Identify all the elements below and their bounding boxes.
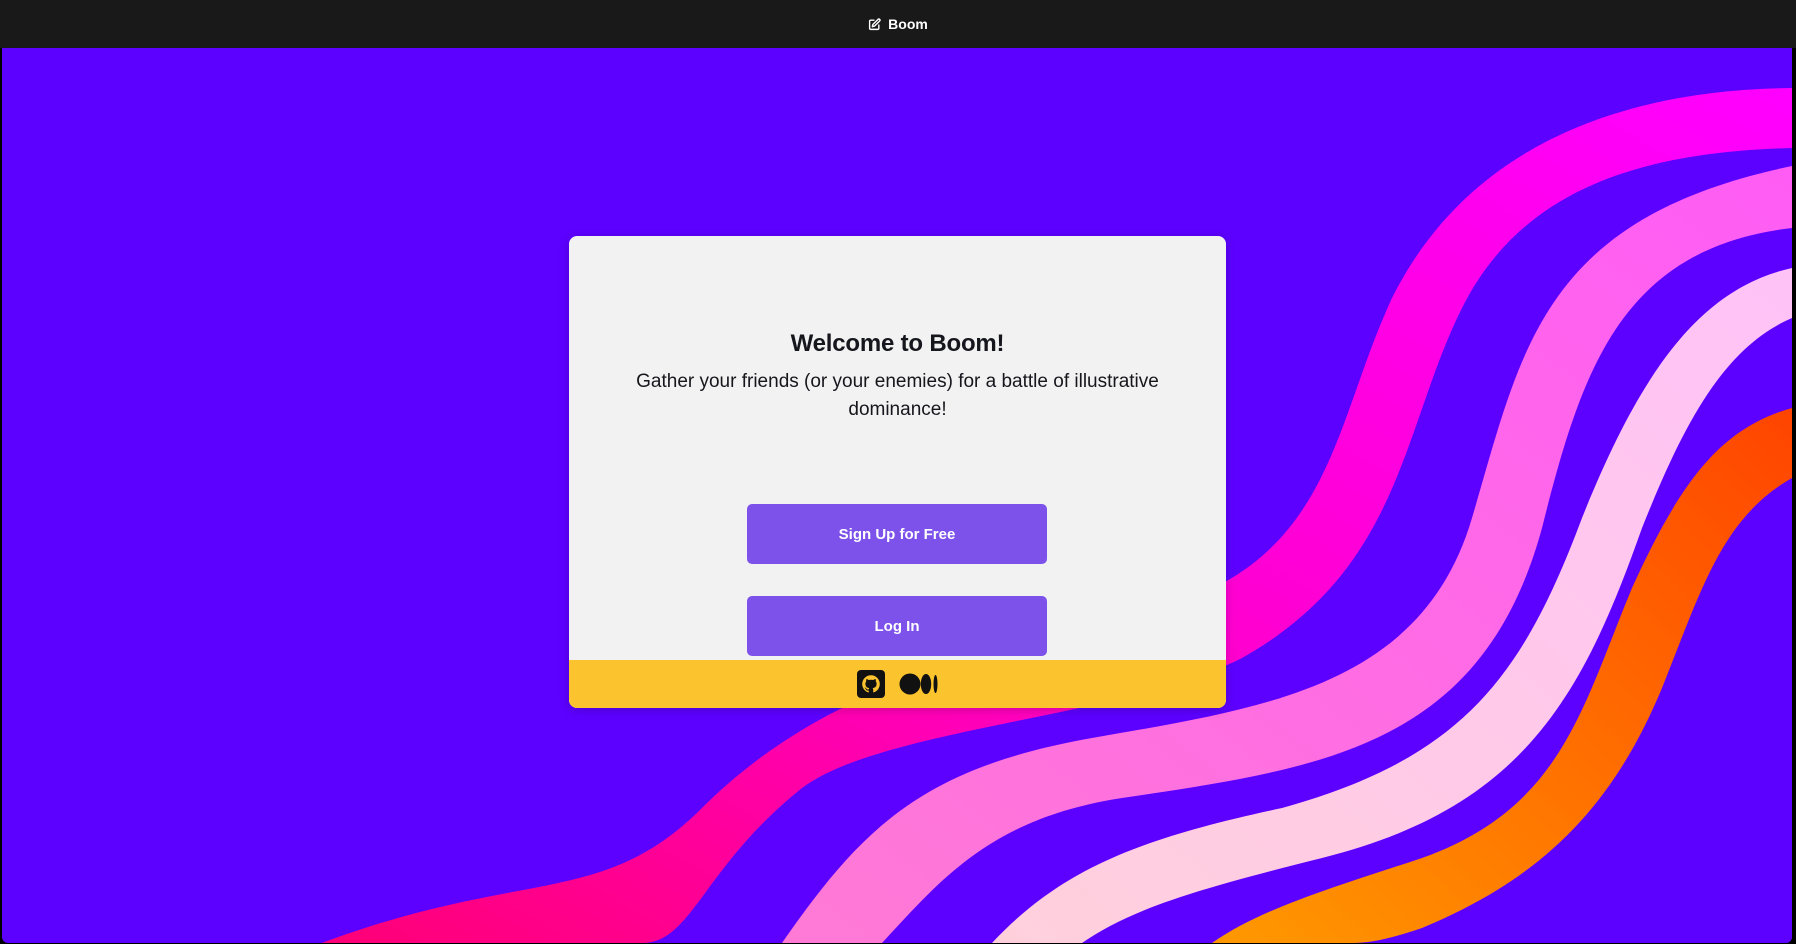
page-title: Welcome to Boom! <box>790 330 1005 357</box>
medium-icon <box>899 672 939 696</box>
github-link[interactable] <box>856 670 885 698</box>
hero-background: Welcome to Boom! Gather your friends (or… <box>2 48 1792 943</box>
tagline: Gather your friends (or your enemies) fo… <box>636 371 1159 420</box>
welcome-card-body: Welcome to Boom! Gather your friends (or… <box>569 236 1226 660</box>
app-name: Boom <box>888 16 928 32</box>
log-in-button[interactable]: Log In <box>747 596 1047 656</box>
medium-link[interactable] <box>899 672 939 696</box>
brand-link[interactable]: Boom <box>868 16 928 32</box>
top-bar: Boom <box>0 0 1796 48</box>
welcome-card: Welcome to Boom! Gather your friends (or… <box>569 236 1226 708</box>
card-footer <box>569 660 1226 708</box>
sign-up-button[interactable]: Sign Up for Free <box>747 504 1047 564</box>
github-icon <box>856 670 885 698</box>
edit-square-icon <box>868 17 881 31</box>
